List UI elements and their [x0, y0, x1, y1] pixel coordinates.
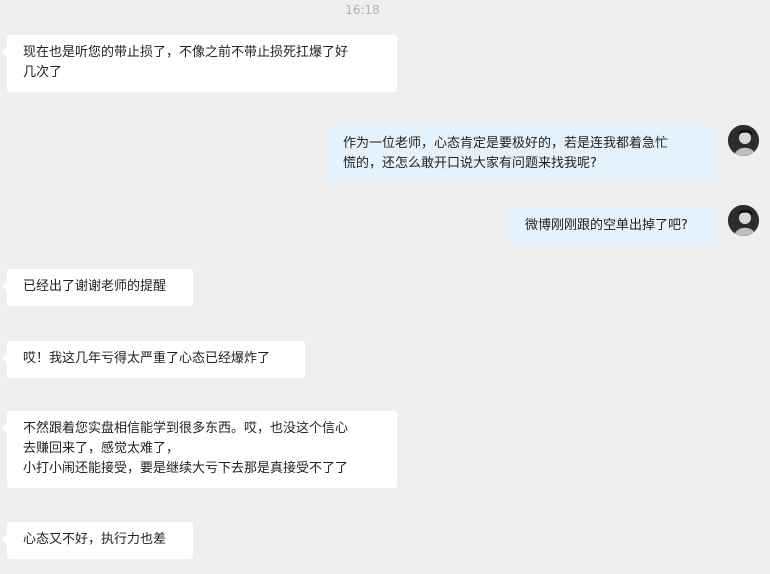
outgoing-message-bubble[interactable]: 作为一位老师，心态肯定是要极好的，若是连我都着急忙 慌的，还怎么敢开口说大家有问… — [327, 126, 722, 183]
message-text-line: 已经出了谢谢老师的提醒 — [23, 279, 167, 294]
message-timestamp: 16:18 — [345, 3, 380, 17]
message-text-line: 不然跟着您实盘相信能学到很多东西。哎，也没这个信心 — [23, 421, 349, 436]
message-text-line: 作为一位老师，心态肯定是要极好的，若是连我都着急忙 — [343, 136, 669, 151]
message-text-line: 去赚回来了，感觉太难了， — [23, 441, 180, 456]
message-text-line: 微博刚刚跟的空单出掉了吧? — [525, 218, 688, 233]
message-text-line: 小打小闹还能接受，要是继续大亏下去那是真接受不了了 — [23, 461, 349, 476]
message-text-line: 现在也是听您的带止损了，不像之前不带止损死扛爆了好 — [23, 45, 349, 60]
message-text-line: 心态又不好，执行力也差 — [23, 532, 167, 547]
incoming-message-bubble[interactable]: 心态又不好，执行力也差 — [2, 522, 193, 559]
incoming-message-bubble[interactable]: 不然跟着您实盘相信能学到很多东西。哎，也没这个信心 去赚回来了，感觉太难了， 小… — [2, 411, 397, 488]
user-avatar-icon[interactable] — [728, 205, 759, 236]
incoming-message-bubble[interactable]: 现在也是听您的带止损了，不像之前不带止损死扛爆了好 几次了 — [2, 35, 397, 92]
message-text-line: 慌的，还怎么敢开口说大家有问题来找我呢? — [343, 156, 597, 171]
user-avatar-icon[interactable] — [728, 125, 759, 156]
outgoing-message-bubble[interactable]: 微博刚刚跟的空单出掉了吧? — [509, 208, 722, 245]
incoming-message-bubble[interactable]: 已经出了谢谢老师的提醒 — [2, 269, 193, 306]
incoming-message-bubble[interactable]: 哎！我这几年亏得太严重了心态已经爆炸了 — [2, 341, 305, 378]
message-text-line: 哎！我这几年亏得太严重了心态已经爆炸了 — [23, 351, 271, 366]
message-text-line: 几次了 — [23, 65, 63, 80]
